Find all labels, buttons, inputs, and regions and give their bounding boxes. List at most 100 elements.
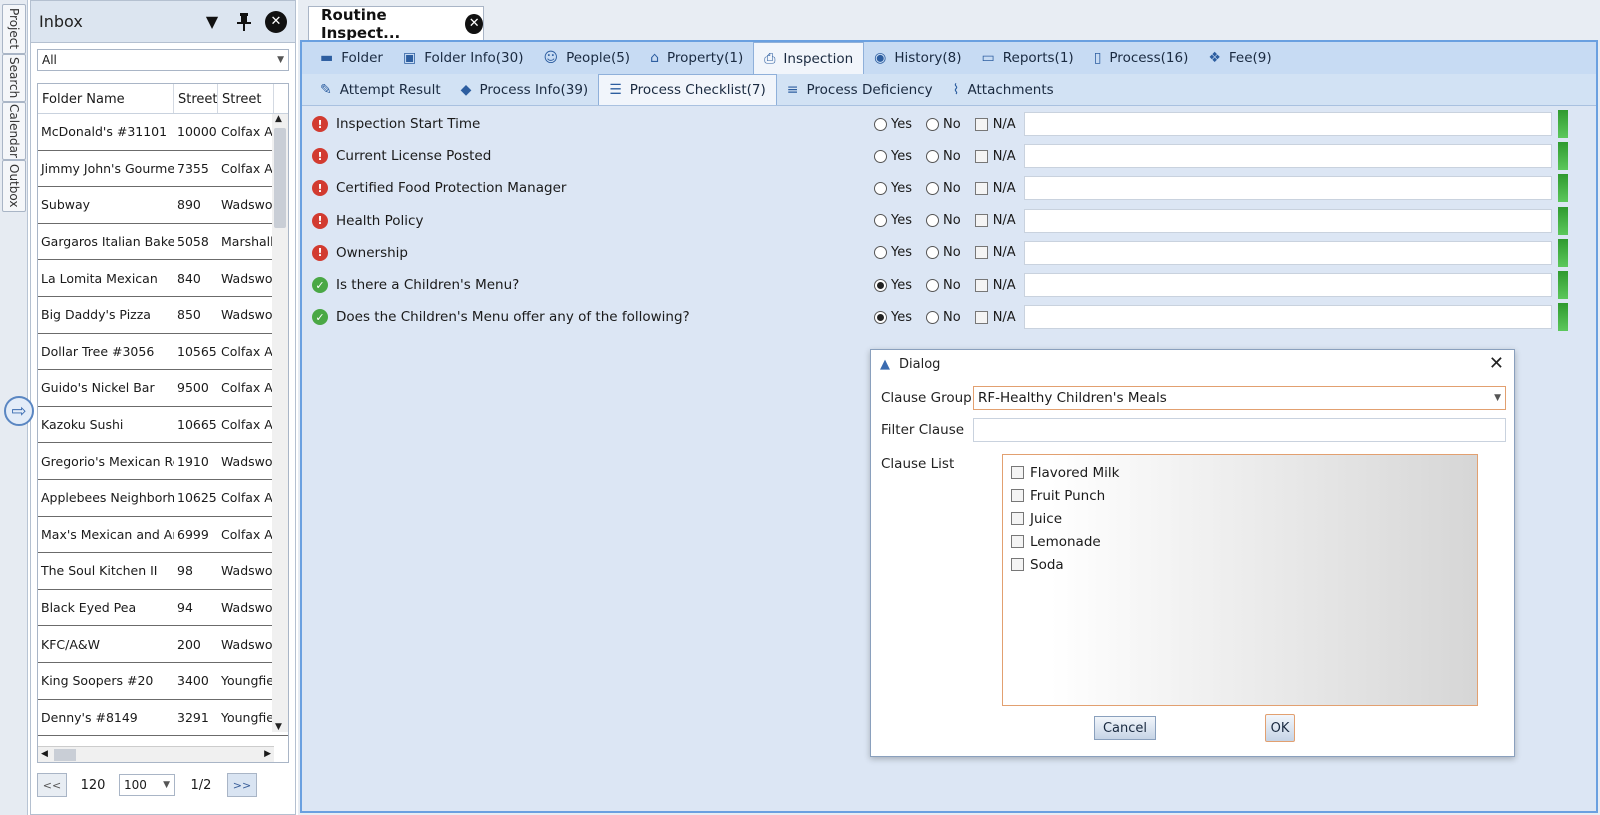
tab-process[interactable]: ▯ Process(16) bbox=[1084, 42, 1199, 74]
pin-icon[interactable] bbox=[233, 11, 255, 33]
table-row[interactable]: Jimmy John's Gourmet S7355 Colfax AV bbox=[38, 151, 288, 188]
page-size-select[interactable]: 100 ▼ bbox=[119, 774, 175, 796]
side-tab-search[interactable]: Search bbox=[2, 54, 26, 102]
comment-input[interactable] bbox=[1024, 208, 1552, 233]
inbox-filter-select[interactable]: All ▼ bbox=[37, 49, 289, 71]
document-tab[interactable]: Routine Inspect... ✕ bbox=[308, 6, 484, 42]
dropdown-triangle-icon[interactable]: ▼ bbox=[201, 11, 223, 33]
na-checkbox[interactable] bbox=[974, 246, 988, 260]
tab-reports[interactable]: ▭ Reports(1) bbox=[972, 42, 1084, 74]
scroll-left-icon[interactable]: ◀ bbox=[41, 749, 48, 759]
table-row[interactable]: Kazoku Sushi 10665Colfax AV bbox=[38, 407, 288, 444]
table-row[interactable]: La Lomita Mexican 840 Wadswor bbox=[38, 260, 288, 297]
clause-item[interactable]: Lemonade bbox=[1011, 530, 1477, 553]
comment-input[interactable] bbox=[1024, 176, 1552, 201]
yes-radio[interactable] bbox=[874, 117, 887, 131]
clause-checkbox[interactable] bbox=[1011, 466, 1024, 479]
na-checkbox[interactable] bbox=[974, 149, 988, 163]
tab-property[interactable]: ⌂ Property(1) bbox=[640, 42, 753, 74]
table-row[interactable]: Dollar Tree #3056 10565Colfax AV bbox=[38, 334, 288, 371]
scroll-up-icon[interactable]: ▲ bbox=[275, 114, 282, 124]
yes-radio[interactable] bbox=[874, 246, 887, 260]
table-row[interactable]: Denny's #8149 3291 Youngfiel bbox=[38, 700, 288, 737]
clause-item[interactable]: Juice bbox=[1011, 507, 1477, 530]
side-tab-project[interactable]: Project bbox=[2, 4, 26, 54]
clause-group-select[interactable]: RF-Healthy Children's Meals ▼ bbox=[973, 386, 1506, 410]
tab-label: Attachments bbox=[967, 81, 1054, 98]
scroll-down-icon[interactable]: ▼ bbox=[275, 722, 282, 732]
column-header-folder-name[interactable]: Folder Name bbox=[38, 84, 174, 113]
table-row[interactable]: King Soopers #20 3400 Youngfiel bbox=[38, 663, 288, 700]
comment-input[interactable] bbox=[1024, 144, 1552, 169]
no-radio[interactable] bbox=[926, 278, 939, 292]
table-row[interactable]: The Soul Kitchen II 98 Wadswor bbox=[38, 553, 288, 590]
close-panel-button[interactable]: ✕ bbox=[265, 10, 287, 33]
tab-people[interactable]: ☺ People(5) bbox=[533, 42, 640, 74]
clause-checkbox[interactable] bbox=[1011, 558, 1024, 571]
no-radio[interactable] bbox=[926, 310, 939, 324]
table-row[interactable]: Guido's Nickel Bar 9500 Colfax AV bbox=[38, 370, 288, 407]
yes-radio[interactable] bbox=[874, 278, 887, 292]
clause-checkbox[interactable] bbox=[1011, 489, 1024, 502]
yes-radio[interactable] bbox=[874, 214, 887, 228]
column-header-street[interactable]: Street bbox=[218, 84, 274, 113]
tab-attachments[interactable]: ⌇ Attachments bbox=[943, 74, 1064, 105]
prev-page-button[interactable]: << bbox=[37, 773, 67, 797]
close-tab-icon[interactable]: ✕ bbox=[465, 13, 483, 34]
yes-radio[interactable] bbox=[874, 310, 887, 324]
table-row[interactable]: Gregorio's Mexican Rest1910 Wadswor bbox=[38, 443, 288, 480]
na-checkbox[interactable] bbox=[974, 117, 988, 131]
comment-input[interactable] bbox=[1024, 240, 1552, 265]
side-tab-calendar[interactable]: Calendar bbox=[2, 102, 26, 160]
comment-input[interactable] bbox=[1024, 112, 1552, 137]
table-row[interactable]: Big Daddy's Pizza 850 Wadswor bbox=[38, 297, 288, 334]
tab-process-deficiency[interactable]: ≡ Process Deficiency bbox=[777, 74, 943, 105]
table-row[interactable]: Gargaros Italian Bakery 5058 Marshall bbox=[38, 224, 288, 261]
na-checkbox[interactable] bbox=[974, 278, 988, 292]
na-checkbox[interactable] bbox=[974, 181, 988, 195]
tab-attempt-result[interactable]: ✎ Attempt Result bbox=[310, 74, 451, 105]
tab-history[interactable]: ◉ History(8) bbox=[864, 42, 971, 74]
yes-radio[interactable] bbox=[874, 181, 887, 195]
na-checkbox[interactable] bbox=[974, 214, 988, 228]
scroll-right-icon[interactable]: ▶ bbox=[264, 749, 271, 759]
tab-process-info[interactable]: ◆ Process Info(39) bbox=[451, 74, 599, 105]
expand-arrow-icon[interactable]: ⇨ bbox=[4, 396, 34, 426]
vertical-scrollbar[interactable]: ▲ ▼ bbox=[272, 114, 288, 732]
no-radio[interactable] bbox=[926, 246, 939, 260]
no-radio[interactable] bbox=[926, 149, 939, 163]
clause-item[interactable]: Soda bbox=[1011, 553, 1477, 576]
clause-checkbox[interactable] bbox=[1011, 512, 1024, 525]
clause-item[interactable]: Fruit Punch bbox=[1011, 484, 1477, 507]
clause-item[interactable]: Flavored Milk bbox=[1011, 461, 1477, 484]
table-row[interactable]: McDonald's #31101 10000Colfax AV bbox=[38, 114, 288, 151]
tab-folder-info[interactable]: ▣ Folder Info(30) bbox=[393, 42, 534, 74]
tab-inspection[interactable]: ⎙ Inspection bbox=[753, 42, 865, 74]
horizontal-scrollbar[interactable]: ◀ ▶ bbox=[38, 746, 274, 762]
tab-process-checklist[interactable]: ☰ Process Checklist(7) bbox=[598, 74, 777, 105]
table-row[interactable]: Max's Mexican and Ame6999 Colfax AV bbox=[38, 517, 288, 554]
scroll-thumb[interactable] bbox=[54, 749, 76, 761]
filter-clause-input[interactable] bbox=[973, 418, 1506, 442]
comment-input[interactable] bbox=[1024, 305, 1552, 330]
comment-input[interactable] bbox=[1024, 273, 1552, 298]
no-radio[interactable] bbox=[926, 117, 939, 131]
next-page-button[interactable]: >> bbox=[227, 773, 257, 797]
column-header-street-number[interactable]: Street bbox=[174, 84, 218, 113]
scroll-thumb[interactable] bbox=[274, 128, 286, 228]
cancel-button[interactable]: Cancel bbox=[1094, 716, 1156, 740]
no-radio[interactable] bbox=[926, 214, 939, 228]
no-radio[interactable] bbox=[926, 181, 939, 195]
table-row[interactable]: Applebees Neighborhoo10625Colfax AV bbox=[38, 480, 288, 517]
close-dialog-icon[interactable]: ✕ bbox=[1489, 353, 1504, 374]
clause-checkbox[interactable] bbox=[1011, 535, 1024, 548]
na-checkbox[interactable] bbox=[974, 310, 988, 324]
table-row[interactable]: KFC/A&W 200 Wadswor bbox=[38, 626, 288, 663]
tab-fee[interactable]: ❖ Fee(9) bbox=[1198, 42, 1281, 74]
side-tab-outbox[interactable]: Outbox bbox=[2, 160, 26, 212]
ok-button[interactable]: OK bbox=[1265, 714, 1295, 742]
yes-radio[interactable] bbox=[874, 149, 887, 163]
table-row[interactable]: Subway 890 Wadswor bbox=[38, 187, 288, 224]
tab-folder[interactable]: ▬ Folder bbox=[310, 42, 393, 74]
table-row[interactable]: Black Eyed Pea 94 Wadswor bbox=[38, 590, 288, 627]
